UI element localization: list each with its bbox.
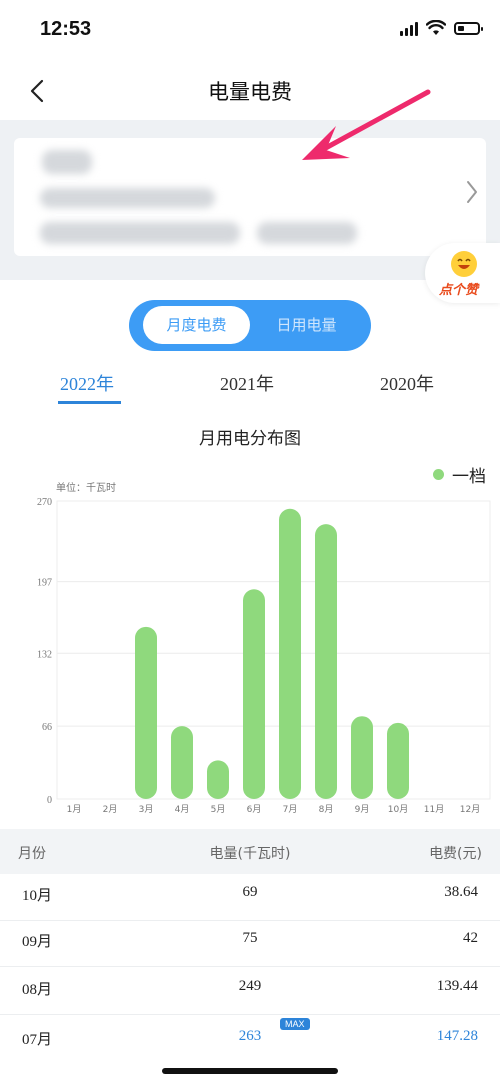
- row-kwh: 75: [242, 930, 258, 946]
- toggle-monthly-fee[interactable]: 月度电费: [143, 306, 250, 344]
- tab-year-2022[interactable]: 2022年: [60, 370, 114, 396]
- x-tick-label: 4月: [175, 804, 190, 815]
- bar-3月[interactable]: [135, 626, 157, 799]
- row-fee: 139.44: [436, 978, 478, 994]
- toggle-daily-usage[interactable]: 日用电量: [253, 306, 360, 344]
- row-fee: 42: [463, 930, 478, 946]
- home-indicator: [162, 1068, 338, 1074]
- row-kwh: 249: [238, 978, 262, 994]
- x-tick-label: 9月: [355, 804, 370, 815]
- table-row[interactable]: 09月 75 42: [0, 914, 500, 967]
- bar-5月[interactable]: [207, 760, 229, 799]
- tab-year-2021[interactable]: 2021年: [220, 370, 274, 396]
- bar-7月[interactable]: [279, 508, 301, 799]
- y-tick-label: 0: [47, 795, 52, 806]
- x-tick-label: 5月: [211, 804, 226, 815]
- chart-unit-label: 单位：千瓦时: [56, 481, 116, 494]
- y-tick-label: 270: [37, 497, 52, 508]
- y-tick-label: 197: [37, 578, 52, 589]
- like-label: 点个赞: [439, 283, 479, 298]
- bar-4月[interactable]: [171, 726, 193, 799]
- x-tick-label: 1月: [67, 804, 82, 815]
- column-header-kwh: 电量(千瓦时): [209, 846, 291, 862]
- y-tick-label: 66: [42, 722, 52, 733]
- x-tick-label: 11月: [424, 804, 444, 815]
- x-tick-label: 2月: [103, 804, 118, 815]
- x-tick-label: 3月: [139, 804, 154, 815]
- table-row[interactable]: 07月 263 MAX 147.28: [0, 1012, 500, 1064]
- row-kwh: 263: [238, 1028, 262, 1044]
- x-tick-label: 6月: [247, 804, 262, 815]
- like-badge[interactable]: 点个赞: [425, 243, 500, 303]
- row-kwh: 69: [242, 884, 258, 900]
- bar-8月[interactable]: [315, 524, 337, 799]
- annotation-arrow: [302, 89, 431, 160]
- max-badge: MAX: [280, 1018, 310, 1030]
- x-tick-label: 12月: [460, 804, 480, 815]
- tab-active-underline: [58, 401, 121, 404]
- tab-year-2020[interactable]: 2020年: [380, 370, 434, 396]
- x-tick-label: 10月: [388, 804, 408, 815]
- smile-emoji-icon: [451, 251, 477, 277]
- column-header-fee: 电费(元): [429, 846, 482, 862]
- monthly-usage-chart: 单位：千瓦时 0 66 132 197 270 1月 2月 3月 4月 5月 6月 7月 8月 9月 10月…: [37, 481, 491, 815]
- bar-6月[interactable]: [243, 589, 265, 799]
- bar-9月[interactable]: [351, 716, 373, 799]
- table-row[interactable]: 08月 249 139.44: [0, 962, 500, 1015]
- bar-10月[interactable]: [387, 722, 409, 799]
- x-tick-label: 8月: [319, 804, 334, 815]
- plot-frame: [56, 500, 491, 800]
- y-tick-label: 132: [37, 649, 52, 660]
- row-fee: 38.64: [444, 884, 478, 900]
- x-tick-label: 7月: [283, 804, 298, 815]
- row-fee: 147.28: [436, 1028, 478, 1044]
- chart-title: 月用电分布图: [199, 429, 301, 449]
